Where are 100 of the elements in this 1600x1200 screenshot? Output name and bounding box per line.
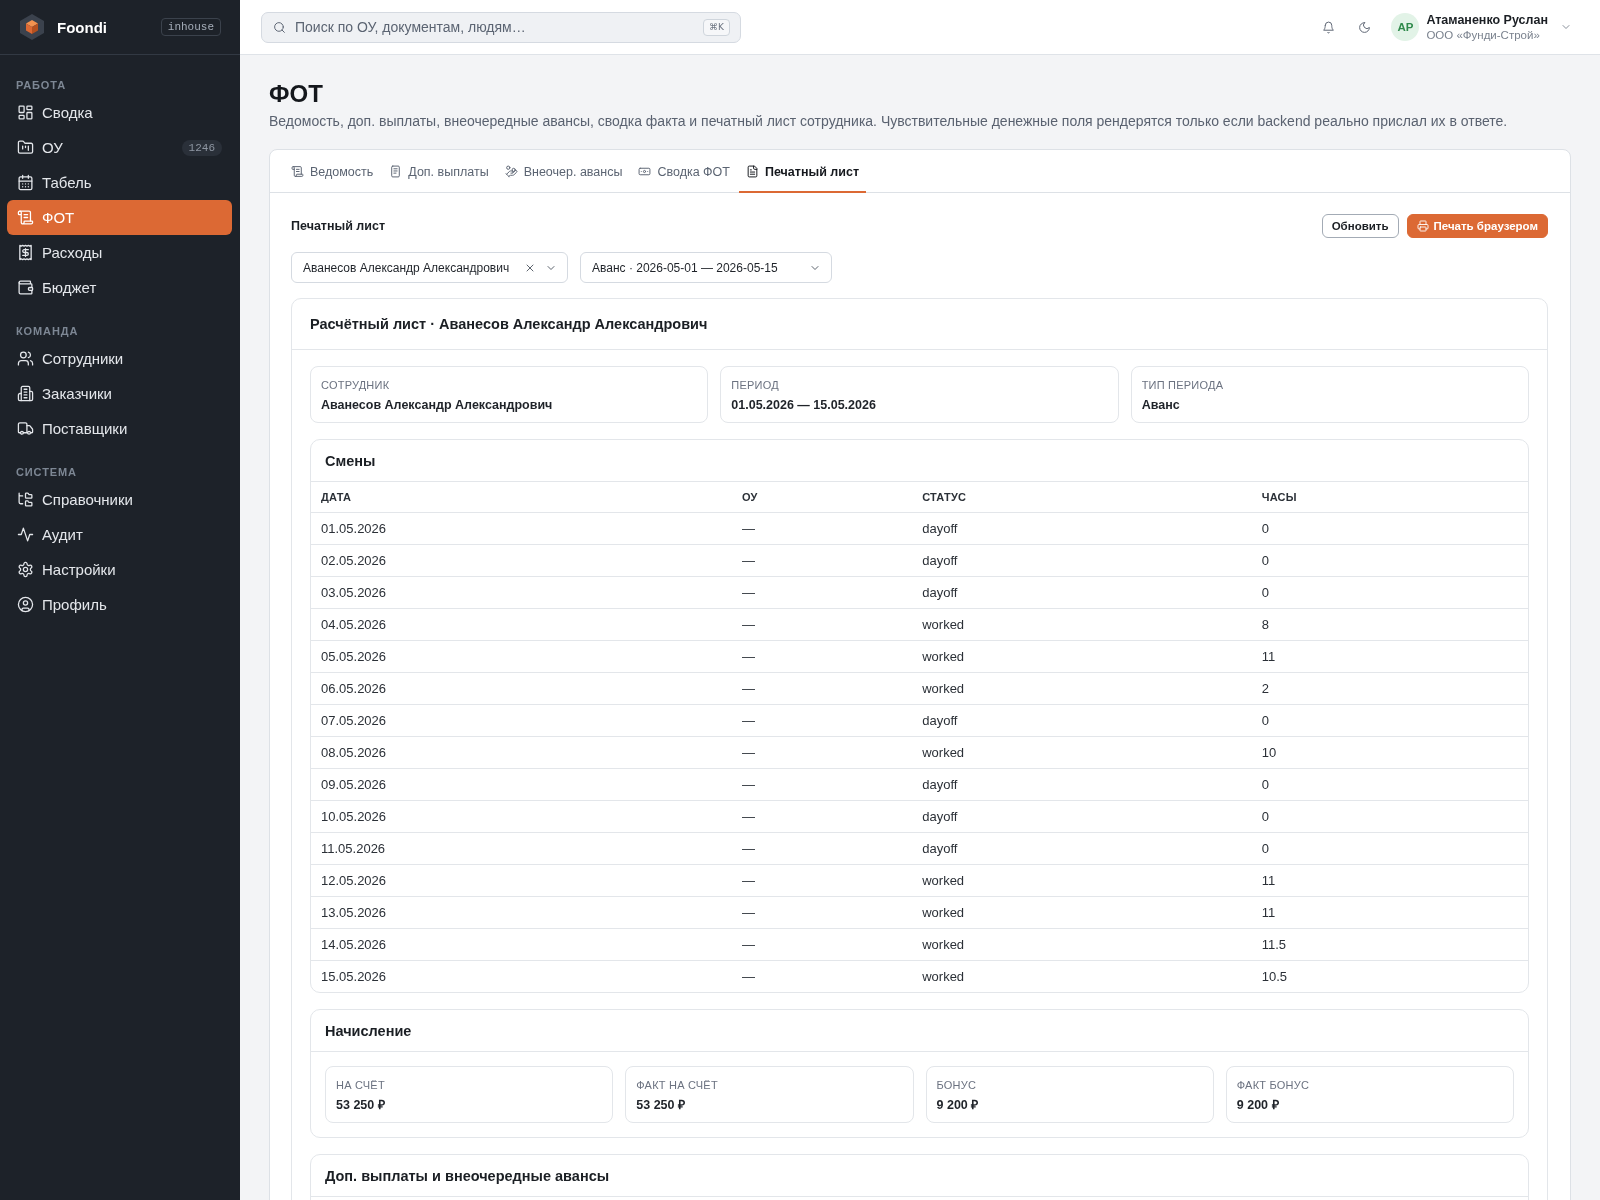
field-label: НА СЧЁТ <box>336 1078 386 1092</box>
table-cell: 0 <box>1251 768 1528 800</box>
table-cell: 10.5 <box>1251 960 1528 992</box>
card-title: Расчётный лист · Аванесов Александр Александрович <box>310 316 708 332</box>
table-cell: — <box>732 512 913 544</box>
field-label: БОНУС <box>936 1078 978 1092</box>
table-cell: dayoff <box>912 768 1252 800</box>
receipt-dollar-icon <box>17 244 34 261</box>
moon-icon[interactable] <box>1358 20 1372 34</box>
count-badge: 1246 <box>181 139 222 156</box>
tab[interactable]: Печатный лист <box>738 150 866 193</box>
page-description: Ведомость, доп. выплаты, внеочередные авансы, сводка факта и печатный лист сотрудника. Чувствительные денежные поля рендерятся только если backend реально прислал их в ответе. <box>269 112 1509 131</box>
table-cell: 09.05.2026 <box>311 768 733 800</box>
field-label: ФАКТ БОНУС <box>1236 1078 1311 1092</box>
nav-section-label: СИСТЕМА <box>15 465 78 480</box>
tab[interactable]: Ведомость <box>284 150 381 193</box>
nav-item[interactable]: Справочники <box>7 482 232 517</box>
field-value: 01.05.2026 — 15.05.2026 <box>731 397 877 413</box>
table-cell: — <box>732 768 913 800</box>
table-cell: 0 <box>1251 512 1528 544</box>
table-cell: worked <box>912 608 1252 640</box>
table-cell: worked <box>912 672 1252 704</box>
nav-item[interactable]: Аудит <box>7 517 232 552</box>
printer-icon <box>1416 220 1429 232</box>
column-header: ДАТА <box>311 482 733 512</box>
table-cell: dayoff <box>912 544 1252 576</box>
employee-select[interactable]: Аванесов Александр Александрович <box>291 252 568 283</box>
nav-item[interactable]: Сводка <box>7 95 232 130</box>
table-cell: — <box>732 832 913 864</box>
document-lines-icon <box>389 165 403 178</box>
table-cell: 11 <box>1251 640 1528 672</box>
nav-item[interactable]: Табель <box>7 165 232 200</box>
nav-item[interactable]: Настройки <box>7 552 232 587</box>
column-header: ЧАСЫ <box>1251 482 1528 512</box>
user-avatar[interactable]: АР <box>1391 13 1420 41</box>
table-cell: 11 <box>1251 864 1528 896</box>
table-cell: 14.05.2026 <box>311 928 733 960</box>
nav-item[interactable]: Расходы <box>7 235 232 270</box>
nav-section-label: РАБОТА <box>15 78 68 93</box>
scroll-icon <box>17 209 34 226</box>
tab[interactable]: Сводка ФОТ <box>631 150 737 193</box>
table-cell: — <box>732 864 913 896</box>
field-value: Аванс <box>1141 397 1181 413</box>
tab[interactable]: Внеочер. авансы <box>497 150 630 193</box>
table-cell: 13.05.2026 <box>311 896 733 928</box>
table-cell: worked <box>912 960 1252 992</box>
folder-chart-icon <box>17 139 34 156</box>
period-select[interactable]: Аванс · 2026-05-01 — 2026-05-15 <box>580 252 832 283</box>
field-label: ПЕРИОД <box>731 378 780 392</box>
environment-badge: inhouse <box>160 18 221 36</box>
table-cell: dayoff <box>912 832 1252 864</box>
users-icon <box>17 350 34 367</box>
nav-item[interactable]: Поставщики <box>7 411 232 446</box>
table-cell: 0 <box>1251 544 1528 576</box>
field-label: СОТРУДНИК <box>321 378 391 392</box>
truck-icon <box>17 420 34 437</box>
table-cell: 04.05.2026 <box>311 608 733 640</box>
table-cell: — <box>732 736 913 768</box>
table-cell: worked <box>912 864 1252 896</box>
table-cell: 15.05.2026 <box>311 960 733 992</box>
nav-item[interactable]: Профиль <box>7 587 232 622</box>
table-cell: 12.05.2026 <box>311 864 733 896</box>
folder-tree-icon <box>17 491 34 508</box>
wallet-icon <box>17 279 34 296</box>
table-cell: 07.05.2026 <box>311 704 733 736</box>
table-cell: — <box>732 704 913 736</box>
nav-item[interactable]: Бюджет <box>7 270 232 305</box>
field-label: ФАКТ НА СЧЁТ <box>636 1078 719 1092</box>
table-cell: 0 <box>1251 800 1528 832</box>
refresh-button[interactable]: Обновить <box>1321 214 1399 238</box>
section-title: Печатный лист <box>291 219 386 233</box>
tab[interactable]: Доп. выплаты <box>382 150 496 193</box>
table-cell: 2 <box>1251 672 1528 704</box>
table-cell: 06.05.2026 <box>311 672 733 704</box>
user-name: Атаманенко Руслан <box>1426 11 1548 28</box>
table-cell: dayoff <box>912 800 1252 832</box>
bell-icon[interactable] <box>1322 20 1336 34</box>
nav-item[interactable]: ОУ 1246 <box>7 130 232 165</box>
table-cell: 0 <box>1251 576 1528 608</box>
table-cell: — <box>732 960 913 992</box>
field-label: ТИП ПЕРИОДА <box>1141 378 1225 392</box>
user-circle-icon <box>17 596 34 613</box>
table-cell: — <box>732 576 913 608</box>
table-cell: 02.05.2026 <box>311 544 733 576</box>
table-cell: 0 <box>1251 704 1528 736</box>
organization-name: ООО «Фунди-Строй» <box>1426 27 1541 43</box>
search-icon <box>273 20 286 34</box>
table-cell: 08.05.2026 <box>311 736 733 768</box>
table-cell: 8 <box>1251 608 1528 640</box>
table-cell: worked <box>912 640 1252 672</box>
scroll-icon <box>291 165 304 178</box>
table-cell: dayoff <box>912 704 1252 736</box>
nav-section-label: КОМАНДА <box>15 324 80 339</box>
banknote-icon <box>638 165 652 178</box>
table-cell: — <box>732 640 913 672</box>
nav-item[interactable]: Сотрудники <box>7 341 232 376</box>
column-header: ОУ <box>732 482 913 512</box>
table-cell: worked <box>912 736 1252 768</box>
nav-item[interactable]: Заказчики <box>7 376 232 411</box>
card-title: Начисление <box>325 1022 412 1039</box>
